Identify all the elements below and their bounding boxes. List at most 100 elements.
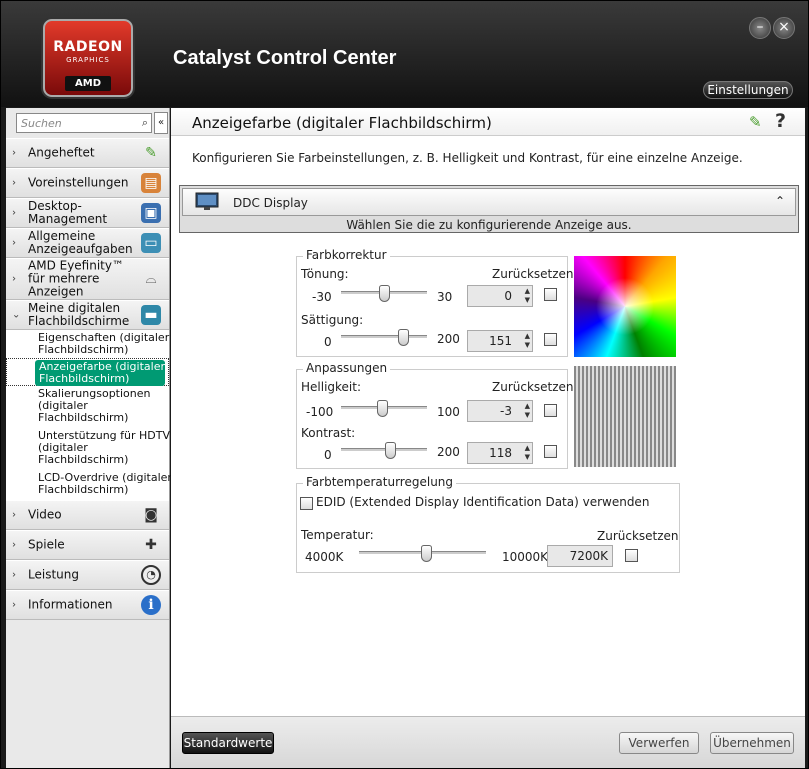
chevron-right-icon: › — [12, 177, 16, 189]
hue-min: -30 — [312, 290, 332, 304]
subitem-label: Anzeigefarbe (digitaler Flachbildschirm) — [35, 360, 165, 386]
saturation-value: 151 — [489, 334, 512, 348]
slider-thumb[interactable] — [378, 285, 390, 302]
reset-label: Zurücksetzen — [597, 529, 679, 543]
minimize-button[interactable]: – — [749, 17, 771, 39]
contrast-min: 0 — [324, 448, 332, 462]
info-icon: i — [141, 595, 161, 615]
slider-thumb[interactable] — [420, 545, 432, 562]
brightness-slider[interactable] — [341, 400, 427, 417]
page-description: Konfigurieren Sie Farbeinstellungen, z. … — [192, 151, 743, 165]
search-icon[interactable]: ⌕ — [142, 116, 148, 130]
sidebar-item-spiele[interactable]: › Spiele ✚ — [6, 530, 169, 560]
close-button[interactable]: × — [773, 17, 795, 39]
subitem-skalierung[interactable]: Skalierungsoptionen (digitaler Flachbild… — [6, 386, 169, 428]
contrast-spinbox[interactable]: 118 ▲ ▼ — [467, 442, 533, 464]
pin-icon: ✎ — [145, 145, 157, 161]
brightness-spinbox[interactable]: -3 ▲ ▼ — [467, 400, 533, 422]
slider-thumb[interactable] — [377, 400, 389, 417]
sidebar-item-desktop-management[interactable]: › Desktop- Management ▣ — [6, 198, 169, 228]
contrast-slider[interactable] — [341, 442, 427, 459]
slider-thumb[interactable] — [385, 442, 397, 459]
contrast-max: 200 — [437, 445, 460, 459]
sidebar-item-eyefinity[interactable]: › AMD Eyefinity™ für mehrere Anzeigen ⌓ — [6, 258, 169, 300]
saturation-min: 0 — [324, 335, 332, 349]
hue-label: Tönung: — [301, 267, 349, 281]
sidebar-item-label: Spiele — [28, 537, 65, 552]
hue-spinbox[interactable]: 0 ▲ ▼ — [467, 285, 533, 307]
group-title: Anpassungen — [303, 361, 391, 375]
search-input[interactable]: Suchen ⌕ — [16, 113, 152, 133]
sidebar-item-flachbildschirme[interactable]: ⌄ Meine digitalen Flachbildschirme ▬ — [6, 300, 169, 330]
desktop-icon: ▣ — [141, 203, 161, 223]
subitem-overdrive[interactable]: LCD-Overdrive (digitaler Flachbildschirm… — [6, 470, 172, 500]
temperature-min: 4000K — [305, 550, 344, 564]
contrast-label: Kontrast: — [301, 426, 356, 440]
sidebar-item-anzeigeaufgaben[interactable]: › Allgemeine Anzeigeaufgaben ▭ — [6, 228, 169, 258]
hue-max: 30 — [437, 290, 453, 304]
chevron-right-icon: › — [12, 207, 16, 219]
display-hint: Wählen Sie die zu konfigurierende Anzeig… — [346, 218, 632, 232]
collapse-sidebar-button[interactable]: « — [154, 112, 168, 134]
display-tasks-icon: ▭ — [141, 233, 161, 253]
subitem-eigenschaften[interactable]: Eigenschaften (digitaler Flachbildschirm… — [6, 330, 169, 358]
saturation-spinbox[interactable]: 151 ▲ ▼ — [467, 330, 533, 352]
saturation-reset-checkbox[interactable] — [544, 333, 557, 346]
edid-checkbox[interactable] — [300, 497, 313, 510]
flatpanel-icon: ▬ — [141, 305, 161, 325]
pin-icon[interactable]: ✎ — [749, 113, 762, 131]
display-dropdown[interactable]: DDC Display ⌃ — [182, 188, 796, 216]
chevron-right-icon: › — [12, 539, 16, 551]
sidebar-item-angeheftet[interactable]: › Angeheftet ✎ — [6, 138, 169, 168]
sidebar: Suchen ⌕ « › Angeheftet ✎ › Voreinstellu… — [6, 108, 172, 768]
subitem-label: Eigenschaften (digitaler Flachbildschirm… — [38, 331, 170, 356]
camera-icon: ◙ — [144, 507, 158, 523]
defaults-button[interactable]: Standardwerte — [182, 732, 274, 754]
sidebar-item-leistung[interactable]: › Leistung ◔ — [6, 560, 169, 590]
brightness-reset-checkbox[interactable] — [544, 404, 557, 417]
subitem-anzeigefarbe[interactable]: Anzeigefarbe (digitaler Flachbildschirm) — [6, 358, 169, 386]
help-icon[interactable]: ? — [775, 110, 786, 132]
monitor-icon — [195, 192, 219, 210]
chevron-right-icon: › — [12, 237, 16, 249]
brightness-label: Helligkeit: — [301, 380, 362, 394]
group-title: Farbtemperaturregelung — [303, 475, 457, 489]
hue-reset-checkbox[interactable] — [544, 288, 557, 301]
sidebar-item-informationen[interactable]: › Informationen i — [6, 590, 169, 620]
farbkorrektur-group: Farbkorrektur Tönung: Zurücksetzen -30 3… — [296, 248, 574, 357]
search-placeholder: Suchen — [21, 117, 62, 130]
discard-button[interactable]: Verwerfen — [619, 732, 699, 754]
contrast-test-pattern — [574, 366, 676, 467]
hue-slider[interactable] — [341, 285, 427, 302]
sidebar-item-voreinstellungen[interactable]: › Voreinstellungen ▤ — [6, 168, 169, 198]
radeon-logo: RADEON GRAPHICS AMD — [43, 19, 133, 97]
slider-thumb[interactable] — [397, 329, 409, 346]
page-title: Anzeigefarbe (digitaler Flachbildschirm) — [192, 114, 492, 132]
settings-button[interactable]: Einstellungen — [703, 81, 793, 99]
spinner-arrows-icon[interactable]: ▲ ▼ — [525, 444, 530, 462]
brightness-max: 100 — [437, 405, 460, 419]
eyefinity-icon: ⌓ — [145, 271, 157, 287]
group-title: Farbkorrektur — [303, 248, 390, 262]
spinner-arrows-icon[interactable]: ▲ ▼ — [525, 402, 530, 420]
contrast-value: 118 — [489, 446, 512, 460]
header-bar: RADEON GRAPHICS AMD Catalyst Control Cen… — [1, 1, 808, 107]
contrast-reset-checkbox[interactable] — [544, 445, 557, 458]
temperature-max: 10000K — [502, 550, 549, 564]
temperature-reset-checkbox[interactable] — [625, 549, 638, 562]
chevron-up-icon[interactable]: ⌃ — [775, 194, 785, 208]
sidebar-item-video[interactable]: › Video ◙ — [6, 500, 169, 530]
apply-button[interactable]: Übernehmen — [710, 732, 794, 754]
saturation-slider[interactable] — [341, 329, 427, 346]
chevron-right-icon: › — [12, 509, 16, 521]
temperature-field[interactable]: 7200K — [547, 545, 613, 567]
temperature-slider[interactable] — [359, 545, 486, 562]
sidebar-item-label: Angeheftet — [28, 145, 95, 160]
footer-bar: Standardwerte Verwerfen Übernehmen — [171, 716, 805, 768]
spinner-arrows-icon[interactable]: ▲ ▼ — [525, 332, 530, 350]
spinner-arrows-icon[interactable]: ▲ ▼ — [525, 287, 530, 305]
subitem-hdtv[interactable]: Unterstützung für HDTV (digitaler Flachb… — [6, 428, 170, 470]
display-name: DDC Display — [233, 196, 308, 210]
hue-value: 0 — [504, 289, 512, 303]
display-selector[interactable]: DDC Display ⌃ Wählen Sie die zu konfigur… — [179, 185, 799, 233]
